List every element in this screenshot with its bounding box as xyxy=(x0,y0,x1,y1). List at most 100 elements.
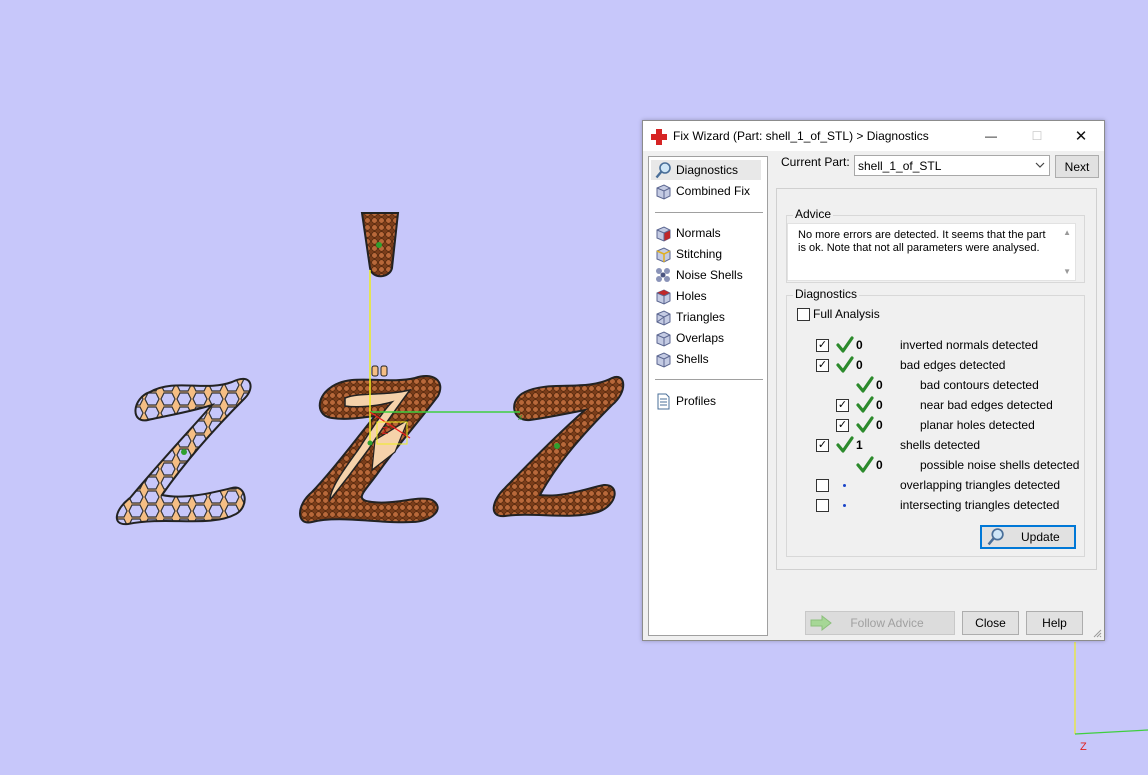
nav-item-label: Diagnostics xyxy=(676,163,739,177)
nav-item-overlaps[interactable]: Overlaps xyxy=(651,328,724,348)
nav-item-label: Combined Fix xyxy=(676,184,751,198)
update-button[interactable]: Update xyxy=(980,525,1076,549)
diagnostic-label: bad edges detected xyxy=(900,358,1006,372)
title-bar[interactable]: Fix Wizard (Part: shell_1_of_STL) > Diag… xyxy=(643,121,1104,151)
close-button[interactable]: Close xyxy=(962,611,1019,635)
axis-indicator: Z xyxy=(1074,642,1148,753)
diagnostic-checkbox[interactable]: ✓ xyxy=(836,419,849,432)
close-icon: ✕ xyxy=(1074,128,1088,145)
fix-navigation-panel: Diagnostics Combined Fix Normals Stitchi… xyxy=(648,156,768,636)
diagnostic-count: 1 xyxy=(856,438,863,452)
next-button[interactable]: Next xyxy=(1055,155,1099,178)
diagnostic-label: shells detected xyxy=(900,438,981,452)
cube-red-icon xyxy=(656,288,671,305)
diagnostic-checkbox[interactable] xyxy=(816,479,829,492)
diagnostic-checkbox[interactable]: ✓ xyxy=(836,399,849,412)
nav-item-profiles[interactable]: Profiles xyxy=(651,391,716,411)
gizmo-axis-label: Z xyxy=(382,426,388,437)
diagnostic-label: inverted normals detected xyxy=(900,338,1039,352)
diagnostic-count: 0 xyxy=(876,378,883,392)
z-part-pave-solid[interactable] xyxy=(492,375,625,518)
magnifier-icon xyxy=(987,528,1004,546)
diagnostic-checkbox[interactable]: ✓ xyxy=(816,339,829,352)
scroll-down-icon[interactable]: ▼ xyxy=(1063,267,1071,276)
nav-item-label: Profiles xyxy=(676,394,717,408)
cube-icon xyxy=(656,183,671,200)
advice-group-title: Advice xyxy=(793,207,834,221)
document-icon xyxy=(657,393,670,409)
full-analysis-label: Full Analysis xyxy=(813,307,880,321)
not-analysed-dot-icon xyxy=(843,504,846,507)
resize-grip-icon[interactable] xyxy=(1092,628,1102,638)
nav-item-triangles[interactable]: Triangles xyxy=(651,307,725,327)
advice-text: No more errors are detected. It seems th… xyxy=(798,229,1046,254)
nav-item-label: Holes xyxy=(676,289,707,303)
maximize-button: ☐ xyxy=(1014,121,1060,151)
diagnostic-label: intersecting triangles detected xyxy=(900,498,1060,512)
update-button-label: Update xyxy=(1021,530,1060,544)
checkmark-icon xyxy=(856,376,874,394)
bail-part[interactable] xyxy=(360,212,400,278)
fix-wizard-window: Fix Wizard (Part: shell_1_of_STL) > Diag… xyxy=(642,120,1105,641)
not-analysed-dot-icon xyxy=(843,484,846,487)
checkmark-icon xyxy=(856,456,874,474)
diagnostic-count: 0 xyxy=(876,418,883,432)
diagnostic-count: 0 xyxy=(876,458,883,472)
minimize-icon: — xyxy=(985,129,997,143)
cube-icon xyxy=(656,351,671,368)
follow-advice-label: Follow Advice xyxy=(850,616,924,630)
nav-item-noise-shells[interactable]: Noise Shells xyxy=(651,265,743,285)
axis-indicator-label: Z xyxy=(1080,741,1087,753)
next-button-label: Next xyxy=(1064,159,1090,174)
advice-textbox[interactable]: No more errors are detected. It seems th… xyxy=(787,223,1076,281)
checkmark-icon xyxy=(836,356,854,374)
diagnostic-count: 0 xyxy=(856,338,863,352)
diagnostic-label: bad contours detected xyxy=(920,378,1039,392)
nav-item-combined-fix[interactable]: Combined Fix xyxy=(651,181,750,201)
diagnostic-checkbox[interactable]: ✓ xyxy=(816,359,829,372)
nav-item-shells[interactable]: Shells xyxy=(651,349,709,369)
follow-advice-button: Follow Advice xyxy=(805,611,955,635)
nav-item-holes[interactable]: Holes xyxy=(651,286,707,306)
nav-divider xyxy=(655,212,763,213)
noise-shells-icon xyxy=(656,267,670,282)
minimize-button[interactable]: — xyxy=(968,121,1014,151)
scroll-up-icon[interactable]: ▲ xyxy=(1063,228,1071,237)
close-window-button[interactable]: ✕ xyxy=(1058,121,1104,151)
checkmark-icon xyxy=(856,396,874,414)
help-button[interactable]: Help xyxy=(1026,611,1083,635)
maximize-icon: ☐ xyxy=(1031,129,1043,143)
nav-item-label: Stitching xyxy=(676,247,723,261)
nav-item-label: Triangles xyxy=(676,310,725,324)
nav-item-label: Noise Shells xyxy=(676,268,743,282)
diagnostic-label: possible noise shells detected xyxy=(920,458,1080,472)
nav-item-label: Shells xyxy=(676,352,709,366)
magnifier-icon xyxy=(655,161,671,178)
diagnostic-count: 0 xyxy=(876,398,883,412)
cube-red-icon xyxy=(656,225,671,242)
checkmark-icon xyxy=(856,416,874,434)
current-part-label: Current Part: xyxy=(781,155,850,169)
svg-text:x: x xyxy=(518,412,523,422)
cube-edge-icon xyxy=(656,246,671,263)
current-part-select[interactable]: shell_1_of_STL xyxy=(854,155,1050,176)
window-title: Fix Wizard (Part: shell_1_of_STL) > Diag… xyxy=(673,129,929,143)
nav-item-diagnostics[interactable]: Diagnostics xyxy=(651,160,761,180)
diagnostic-count: 0 xyxy=(856,358,863,372)
z-part-honeycomb[interactable] xyxy=(116,377,252,526)
triangle-cube-icon xyxy=(656,309,671,326)
chevron-down-icon xyxy=(1035,162,1045,168)
nav-item-label: Overlaps xyxy=(676,331,725,345)
full-analysis-checkbox[interactable] xyxy=(797,308,810,321)
current-part-value: shell_1_of_STL xyxy=(858,159,942,173)
red-cross-app-icon xyxy=(651,129,667,145)
checkmark-icon xyxy=(836,436,854,454)
nav-divider xyxy=(655,379,763,380)
diagnostic-label: planar holes detected xyxy=(920,418,1035,432)
diagnostic-label: overlapping triangles detected xyxy=(900,478,1061,492)
diagnostic-checkbox[interactable] xyxy=(816,499,829,512)
diagnostic-checkbox[interactable]: ✓ xyxy=(816,439,829,452)
nav-item-normals[interactable]: Normals xyxy=(651,223,721,243)
nav-item-stitching[interactable]: Stitching xyxy=(651,244,722,264)
arrow-right-icon xyxy=(810,615,832,631)
